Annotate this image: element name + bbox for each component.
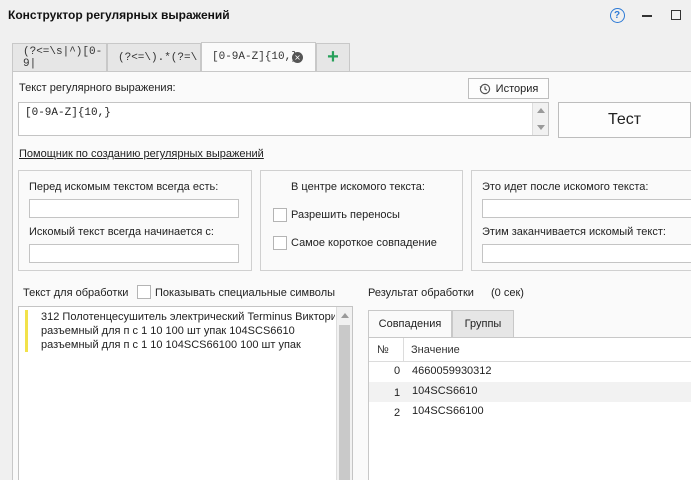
minimize-button[interactable] [636, 4, 658, 26]
regex-label: Текст регулярного выражения: [19, 82, 176, 94]
results-grid: № Значение 0 4660059930312 1 104SCS6610 … [368, 337, 691, 480]
tab-groups[interactable]: Группы [452, 310, 514, 337]
test-button[interactable]: Тест [558, 102, 691, 138]
before-group: Перед искомым текстом всегда есть: Иском… [18, 170, 252, 271]
scroll-down-icon[interactable] [537, 125, 545, 130]
ends-input[interactable] [482, 244, 691, 263]
result-time: (0 сек) [491, 287, 524, 299]
regex-input[interactable]: [0-9A-Z]{10,} [18, 102, 549, 136]
history-icon [479, 83, 490, 94]
source-scrollbar[interactable] [336, 307, 352, 480]
tab-label: [0-9A-Z]{10,} [212, 51, 298, 63]
test-label: Тест [607, 111, 642, 128]
tab-regex-3[interactable]: [0-9A-Z]{10,} × [201, 42, 316, 71]
tab-regex-2[interactable]: (?<=\).*(?=\ [107, 43, 201, 71]
allow-breaks-checkbox[interactable] [273, 208, 287, 222]
help-button[interactable]: ? [606, 4, 628, 26]
row-number: 0 [394, 365, 401, 377]
allow-breaks-label: Разрешить переносы [291, 209, 400, 221]
regex-value: [0-9A-Z]{10,} [25, 107, 111, 119]
source-label: Текст для обработки [23, 287, 129, 299]
grid-header-divider [403, 338, 404, 362]
help-icon: ? [609, 7, 625, 23]
history-label: История [495, 82, 539, 95]
window-title: Конструктор регулярных выражений [8, 8, 230, 22]
shortest-match-checkbox[interactable] [273, 236, 287, 250]
center-group: В центре искомого текста: Разрешить пере… [260, 170, 463, 271]
helper-link[interactable]: Помощник по созданию регулярных выражени… [19, 148, 264, 160]
row-number: 1 [394, 387, 401, 399]
table-row[interactable]: 2 104SCS66100 [369, 402, 691, 422]
history-button[interactable]: История [468, 78, 549, 99]
maximize-icon [671, 10, 681, 20]
scroll-up-icon[interactable] [537, 108, 545, 113]
source-textarea[interactable]: 312 Полотенцесушитель электрический Term… [18, 306, 353, 480]
scrollbar-thumb[interactable] [339, 325, 350, 480]
scroll-up-icon[interactable] [341, 313, 349, 318]
source-line-3: разъемный для п с 1 10 104SCS66100 100 ш… [41, 339, 301, 351]
result-label: Результат обработки [368, 287, 474, 299]
starts-input[interactable] [29, 244, 239, 263]
table-row[interactable]: 0 4660059930312 [369, 362, 691, 382]
column-value[interactable]: Значение [411, 344, 460, 356]
table-row[interactable]: 1 104SCS6610 [369, 382, 691, 402]
tab-label: (?<=\).*(?=\ [118, 51, 198, 64]
source-line-1: 312 Полотенцесушитель электрический Term… [41, 311, 335, 323]
tab-matches-label: Совпадения [378, 318, 442, 330]
tab-label: (?<=\s|^)[0-9| [23, 45, 103, 70]
after-input[interactable] [482, 199, 691, 218]
before-input[interactable] [29, 199, 239, 218]
add-tab-button[interactable]: + [316, 43, 350, 71]
center-label: В центре искомого текста: [291, 181, 425, 193]
plus-icon: + [327, 46, 339, 68]
tab-regex-1[interactable]: (?<=\s|^)[0-9| [12, 43, 107, 71]
row-value: 104SCS66100 [412, 405, 484, 417]
after-group: Это идет после искомого текста: Этим зак… [471, 170, 691, 271]
tab-close-icon[interactable]: × [292, 52, 303, 63]
after-label: Это идет после искомого текста: [482, 181, 649, 193]
row-value: 104SCS6610 [412, 385, 478, 397]
row-value: 4660059930312 [412, 365, 492, 377]
show-special-checkbox[interactable] [137, 285, 151, 299]
column-number[interactable]: № [377, 344, 389, 356]
show-special-label: Показывать специальные символы [155, 287, 336, 299]
regex-scrollbar[interactable] [532, 103, 548, 135]
tab-matches[interactable]: Совпадения [368, 310, 452, 337]
tab-groups-label: Группы [464, 318, 502, 330]
before-label: Перед искомым текстом всегда есть: [29, 181, 219, 193]
row-number: 2 [394, 407, 401, 419]
line-marker [25, 310, 28, 352]
ends-label: Этим заканчивается искомый текст: [482, 226, 666, 238]
maximize-button[interactable] [665, 4, 687, 26]
minimize-icon [642, 15, 652, 17]
shortest-match-label: Самое короткое совпадение [291, 237, 437, 249]
source-line-2: разъемный для п с 1 10 100 шт упак 104SC… [41, 325, 295, 337]
starts-label: Искомый текст всегда начинается с: [29, 226, 214, 238]
